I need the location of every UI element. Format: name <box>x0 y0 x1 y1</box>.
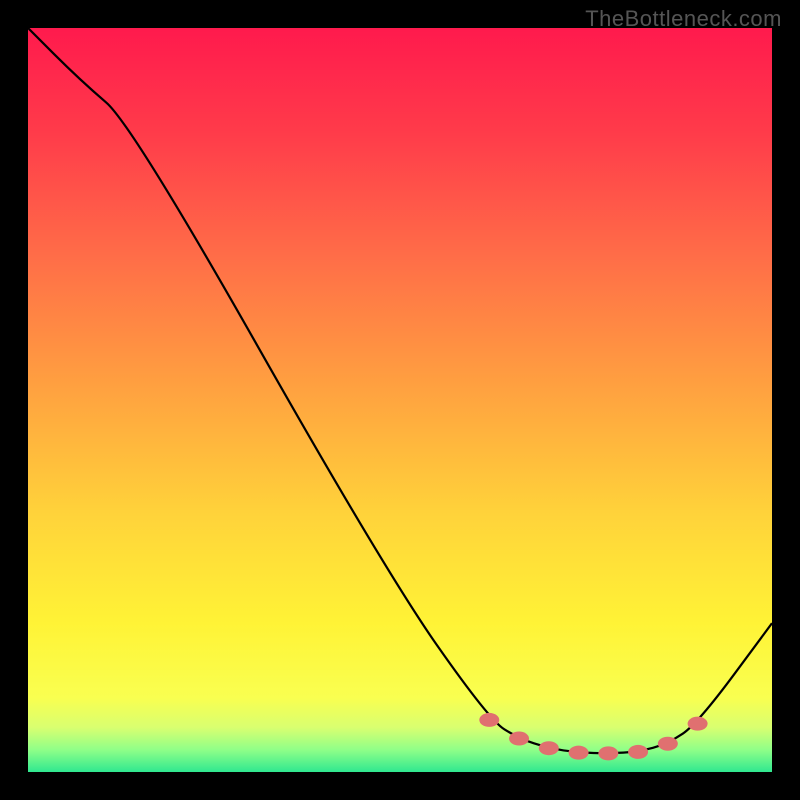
curve-marker <box>658 737 678 751</box>
watermark-text: TheBottleneck.com <box>585 6 782 32</box>
curve-marker <box>509 732 529 746</box>
curve-marker <box>598 746 618 760</box>
bottleneck-curve <box>28 28 772 753</box>
curve-marker <box>539 741 559 755</box>
chart-plot-area <box>28 28 772 772</box>
curve-marker <box>479 713 499 727</box>
curve-marker <box>688 717 708 731</box>
curve-marker <box>569 746 589 760</box>
chart-curve-layer <box>28 28 772 772</box>
curve-marker <box>628 745 648 759</box>
